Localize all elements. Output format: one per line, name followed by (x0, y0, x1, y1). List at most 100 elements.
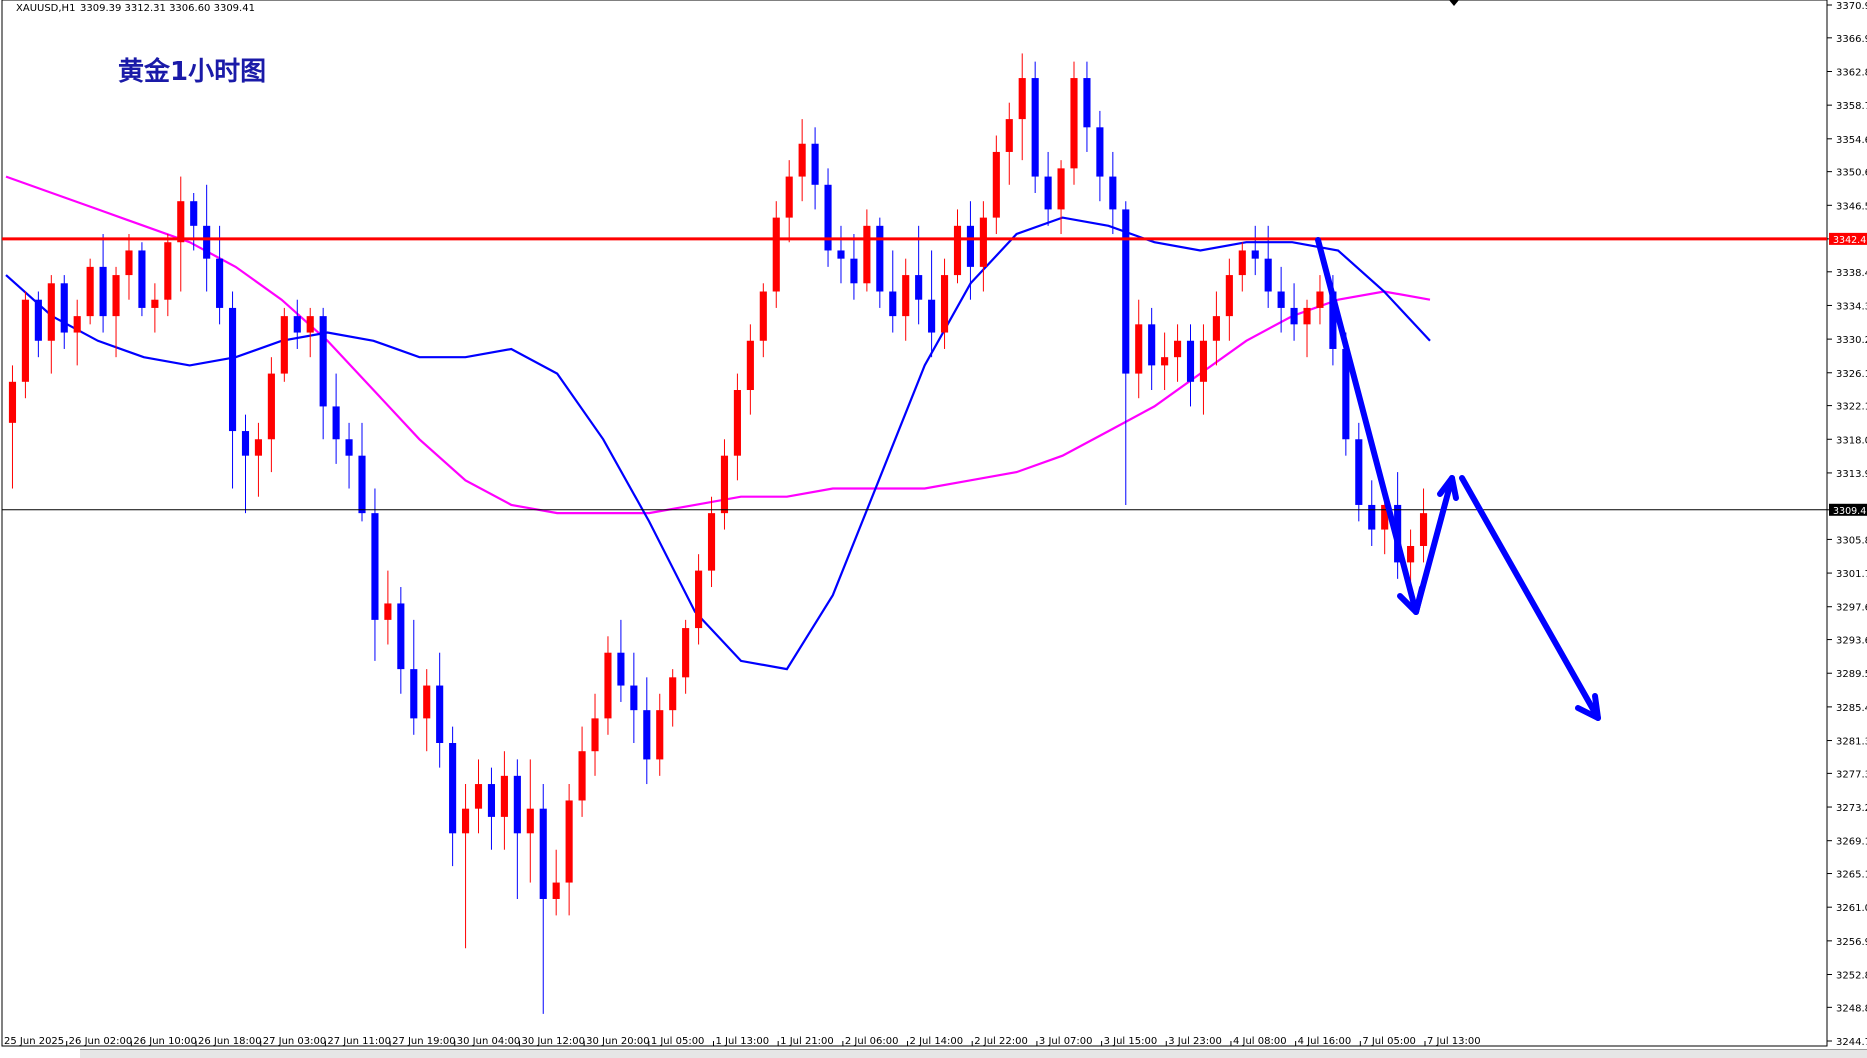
time-tick-label: 25 Jun 2025 (4, 1036, 64, 1047)
candle-body (99, 266, 107, 317)
time-tick-label: 27 Jun 11:00 (327, 1036, 391, 1047)
candle-body (604, 652, 612, 719)
candle-body (332, 406, 340, 440)
chart-title: 黄金1小时图 (118, 56, 266, 87)
price-tick-label: 3265.10 (1836, 870, 1867, 881)
candle-body (216, 258, 224, 308)
candle-body (319, 316, 327, 407)
price-tag-label: 3342.41 (1833, 235, 1867, 246)
candle-body (513, 775, 521, 834)
candle-body (526, 808, 534, 834)
candle-body (138, 250, 146, 308)
time-tick-label: 1 Jul 21:00 (780, 1036, 834, 1047)
price-tick-label: 3244.70 (1836, 1037, 1867, 1048)
candle-body (462, 808, 470, 834)
price-tick-label: 3338.40 (1836, 268, 1867, 279)
candle-body (241, 431, 250, 456)
candle-body (1057, 168, 1065, 210)
candle-body (474, 784, 483, 809)
candle-body (384, 603, 392, 620)
candle-body (345, 439, 353, 456)
price-tag-label: 3309.41 (1833, 506, 1867, 517)
candle-body (190, 201, 198, 226)
price-tick-label: 3305.80 (1836, 535, 1867, 546)
candle-body (695, 570, 703, 629)
price-axis: 3370.90 3366.90 3362.80 3358.70 3354.60 3350.… (1827, 1, 1867, 1048)
candle-body (1044, 176, 1052, 210)
candle-body (267, 373, 275, 440)
candle-body (358, 455, 366, 514)
candle-body (915, 275, 923, 300)
candle-body (8, 381, 17, 423)
candle-body (1407, 545, 1415, 563)
candle-body (1303, 307, 1311, 325)
candle-body (371, 513, 379, 620)
candle-body (228, 307, 237, 432)
price-tick-label: 3256.90 (1836, 937, 1867, 948)
candle-body (1355, 439, 1363, 505)
time-tick-label: 7 Jul 13:00 (1427, 1036, 1481, 1047)
candle-body (177, 201, 185, 243)
candle-body (1251, 250, 1259, 259)
candle-body (254, 439, 262, 456)
time-tick-label: 30 Jun 12:00 (521, 1036, 585, 1047)
time-tick-label: 4 Jul 16:00 (1298, 1036, 1352, 1047)
candle-body (1174, 340, 1182, 358)
candle-body (280, 316, 288, 374)
price-tick-label: 3293.60 (1836, 636, 1867, 647)
price-tick-label: 3273.20 (1836, 803, 1867, 814)
price-tick-label: 3252.80 (1836, 971, 1867, 982)
candle-body (617, 652, 625, 686)
candle-body (850, 258, 858, 284)
price-tick-label: 3330.20 (1836, 335, 1867, 346)
candle-body (151, 299, 159, 308)
price-tick-label: 3277.30 (1836, 769, 1867, 780)
candle-body (21, 299, 29, 382)
candle-body (992, 151, 1000, 218)
candle-body (656, 710, 664, 760)
price-tick-label: 3248.80 (1836, 1003, 1867, 1014)
candle-body (500, 775, 508, 817)
candle-body (1135, 324, 1143, 374)
candle-body (669, 677, 677, 711)
time-tick-label: 27 Jun 03:00 (263, 1036, 327, 1047)
price-tick-label: 3289.50 (1836, 669, 1867, 680)
candle-body (759, 291, 767, 341)
candle-body (824, 184, 832, 251)
time-tick-label: 1 Jul 13:00 (716, 1036, 770, 1047)
candle-body (1070, 78, 1078, 169)
candle-body (112, 275, 120, 317)
chart-canvas[interactable]: 3370.90 3366.90 3362.80 3358.70 3354.60 3350.… (0, 0, 1867, 1057)
price-tick-label: 3334.30 (1836, 301, 1867, 312)
candle-body (1083, 78, 1091, 128)
candle-body (125, 250, 133, 276)
candle-body (1199, 340, 1208, 382)
candle-body (876, 225, 884, 292)
candle-body (1419, 513, 1428, 546)
price-tick-label: 3354.60 (1836, 135, 1867, 146)
plot-frame (1, 0, 1828, 1047)
candle-body (1316, 291, 1324, 308)
candle-body (423, 685, 431, 719)
candle-body (591, 718, 599, 752)
candle-body (86, 266, 94, 317)
candle-body (940, 275, 949, 333)
candle-body (1277, 291, 1285, 308)
candle-body (733, 390, 741, 456)
candle-body (1148, 324, 1156, 366)
candle-body (902, 275, 910, 317)
price-tick-label: 3313.90 (1836, 469, 1867, 480)
candle-body (73, 316, 81, 333)
price-tick-label: 3261.00 (1836, 903, 1867, 914)
candle-body (1096, 127, 1104, 177)
candle-body (953, 225, 962, 276)
candle-body (979, 217, 987, 267)
candle-body (552, 882, 560, 899)
candle-body (1290, 307, 1298, 325)
candle-body (720, 455, 729, 514)
candle-body (487, 784, 496, 817)
candle-body (47, 283, 55, 341)
candle-body (1368, 504, 1376, 530)
candle-body (785, 176, 793, 218)
candle-body (397, 603, 405, 670)
